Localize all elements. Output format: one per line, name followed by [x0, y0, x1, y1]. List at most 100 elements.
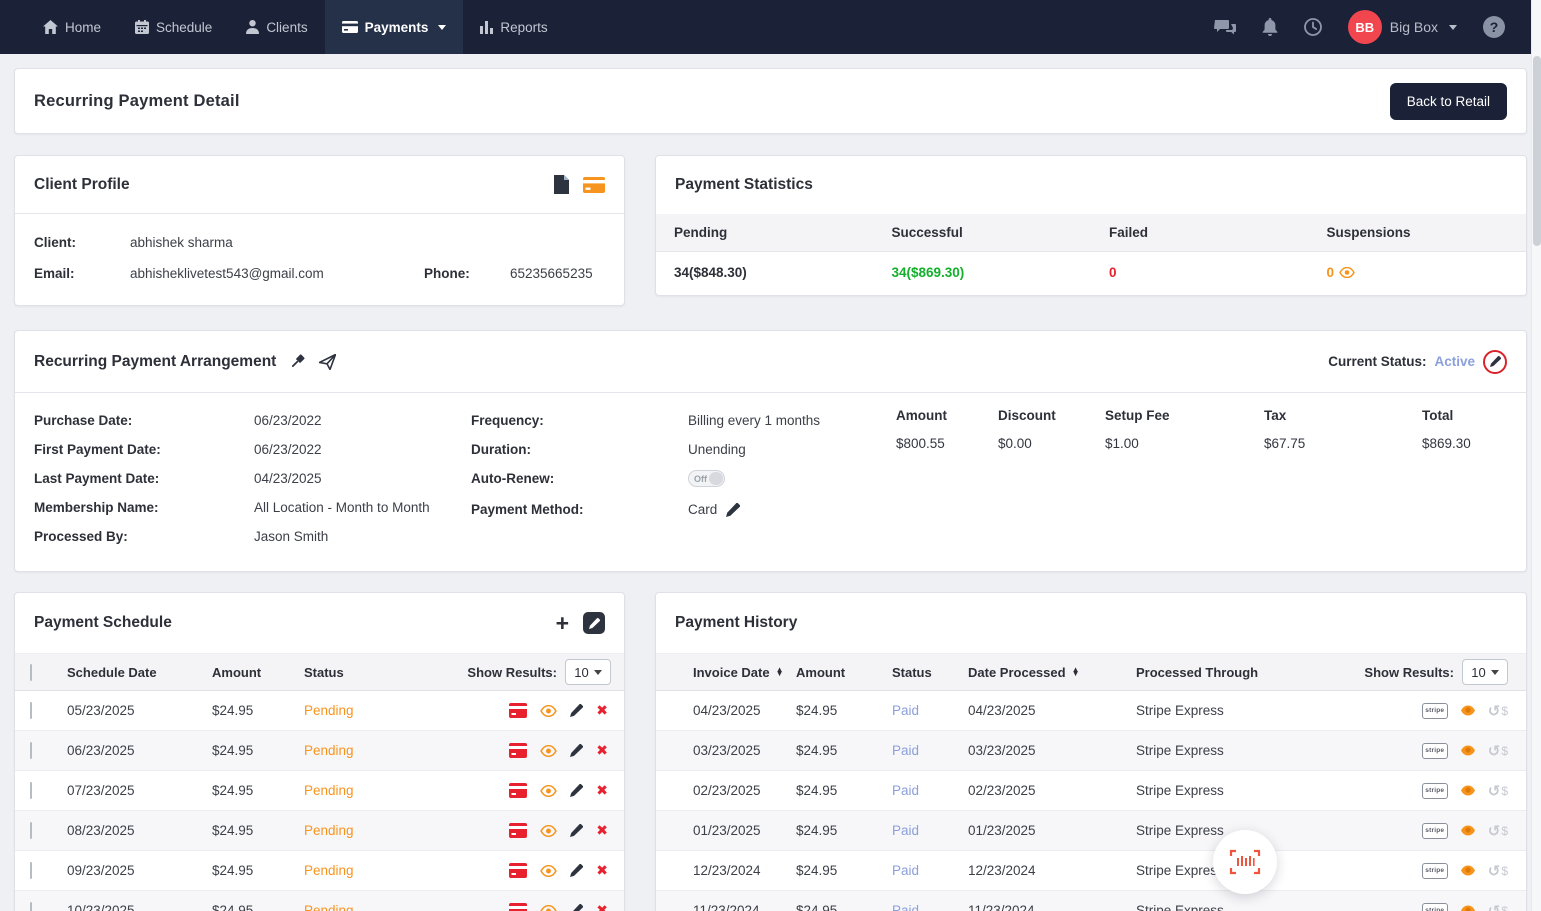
stripe-badge-icon[interactable]: stripe [1422, 703, 1448, 719]
edit-row-icon[interactable] [570, 864, 583, 877]
scrollbar-thumb[interactable] [1533, 56, 1541, 246]
row-checkbox[interactable] [30, 862, 32, 879]
nav-item-reports[interactable]: Reports [463, 0, 564, 54]
frequency-value: Billing every 1 months [688, 413, 820, 428]
eye-icon[interactable] [1460, 785, 1476, 796]
eye-icon[interactable] [1460, 745, 1476, 756]
account-menu[interactable]: BB Big Box [1348, 10, 1457, 44]
nav-item-clients[interactable]: Clients [229, 0, 324, 54]
row-checkbox[interactable] [30, 742, 32, 759]
edit-schedule-icon[interactable] [583, 612, 605, 634]
edit-row-icon[interactable] [570, 824, 583, 837]
charge-card-icon[interactable] [509, 903, 527, 911]
processed-through: Stripe Express [1136, 903, 1422, 911]
eye-icon[interactable] [1460, 825, 1476, 836]
eye-icon[interactable] [540, 905, 557, 911]
refund-icon[interactable]: ↺$ [1488, 902, 1508, 911]
account-name: Big Box [1390, 19, 1438, 35]
delete-row-icon[interactable]: ✖ [596, 862, 608, 879]
chat-icon[interactable] [1214, 19, 1236, 36]
clock-icon[interactable] [1304, 18, 1322, 36]
auto-renew-toggle[interactable]: Off [688, 470, 725, 487]
stripe-badge-icon[interactable]: stripe [1422, 823, 1448, 839]
eye-icon[interactable] [540, 705, 557, 717]
schedule-col-amount[interactable]: Amount [212, 665, 304, 680]
refund-icon[interactable]: ↺$ [1488, 822, 1508, 840]
delete-row-icon[interactable]: ✖ [596, 822, 608, 839]
refund-icon[interactable]: ↺$ [1488, 862, 1508, 880]
row-checkbox[interactable] [30, 822, 32, 839]
sort-date-processed-icon[interactable]: ▲▼ [1072, 668, 1080, 677]
eye-icon[interactable] [1460, 865, 1476, 876]
back-to-retail-button[interactable]: Back to Retail [1390, 83, 1507, 120]
field-value: All Location - Month to Month [254, 500, 430, 515]
bell-icon[interactable] [1262, 18, 1278, 36]
schedule-col-status[interactable]: Status [304, 665, 467, 680]
eye-icon[interactable] [540, 825, 557, 837]
history-col-amount[interactable]: Amount [796, 665, 892, 680]
eye-icon[interactable] [1339, 267, 1355, 278]
delete-row-icon[interactable]: ✖ [596, 902, 608, 911]
refund-icon[interactable]: ↺$ [1488, 742, 1508, 760]
nav-item-home[interactable]: Home [26, 0, 118, 54]
nav-item-payments[interactable]: Payments [325, 0, 464, 54]
help-icon[interactable]: ? [1483, 16, 1505, 38]
stripe-badge-icon[interactable]: stripe [1422, 743, 1448, 759]
document-icon[interactable] [554, 175, 569, 194]
amount-value: $800.55 [896, 436, 998, 451]
toggle-off-label: Off [689, 474, 707, 484]
select-all-checkbox[interactable] [30, 664, 32, 681]
eye-icon[interactable] [540, 865, 557, 877]
eye-icon[interactable] [540, 745, 557, 757]
schedule-status: Pending [304, 743, 509, 758]
nav-item-schedule[interactable]: Schedule [118, 0, 229, 54]
history-col-processed-through[interactable]: Processed Through [1136, 665, 1364, 680]
stats-successful-value: 34($869.30) [874, 252, 1092, 295]
gavel-icon[interactable] [289, 353, 306, 370]
edit-row-icon[interactable] [570, 904, 583, 911]
vertical-scrollbar[interactable] [1531, 0, 1541, 911]
processed-through: Stripe Express [1136, 783, 1422, 798]
stripe-badge-icon[interactable]: stripe [1422, 783, 1448, 799]
charge-card-icon[interactable] [509, 823, 527, 838]
send-icon[interactable] [319, 354, 336, 370]
delete-row-icon[interactable]: ✖ [596, 702, 608, 719]
refund-icon[interactable]: ↺$ [1488, 702, 1508, 720]
setup-fee-header: Setup Fee [1105, 408, 1264, 423]
history-col-date-processed[interactable]: Date Processed [968, 665, 1066, 680]
edit-payment-method-icon[interactable] [726, 503, 740, 517]
charge-card-icon[interactable] [509, 743, 527, 758]
eye-icon[interactable] [1460, 905, 1476, 911]
row-checkbox[interactable] [30, 702, 32, 719]
show-results-select[interactable]: 10 [565, 659, 611, 685]
edit-row-icon[interactable] [570, 704, 583, 717]
charge-card-icon[interactable] [509, 863, 527, 878]
show-results-select[interactable]: 10 [1462, 659, 1508, 685]
card-payment-icon[interactable] [583, 177, 605, 193]
delete-row-icon[interactable]: ✖ [596, 782, 608, 799]
charge-card-icon[interactable] [509, 783, 527, 798]
edit-row-icon[interactable] [570, 744, 583, 757]
schedule-row: 09/23/2025 $24.95 Pending ✖ [15, 851, 624, 891]
stripe-badge-icon[interactable]: stripe [1422, 903, 1448, 911]
edit-status-icon[interactable] [1483, 350, 1507, 374]
barcode-scan-fab[interactable] [1213, 830, 1277, 894]
delete-row-icon[interactable]: ✖ [596, 742, 608, 759]
refund-icon[interactable]: ↺$ [1488, 782, 1508, 800]
row-checkbox[interactable] [30, 902, 32, 911]
schedule-date: 07/23/2025 [67, 783, 212, 798]
schedule-status: Pending [304, 863, 509, 878]
add-schedule-icon[interactable]: + [556, 613, 569, 633]
payment-statistics-card: Payment Statistics Pending Successful Fa… [655, 155, 1527, 296]
stats-pending-value: 34($848.30) [656, 252, 874, 295]
history-col-status[interactable]: Status [892, 665, 968, 680]
sort-invoice-date-icon[interactable]: ▲▼ [776, 668, 784, 677]
charge-card-icon[interactable] [509, 703, 527, 718]
eye-icon[interactable] [1460, 705, 1476, 716]
history-col-invoice-date[interactable]: Invoice Date [693, 665, 770, 680]
eye-icon[interactable] [540, 785, 557, 797]
stripe-badge-icon[interactable]: stripe [1422, 863, 1448, 879]
row-checkbox[interactable] [30, 782, 32, 799]
schedule-col-date[interactable]: Schedule Date [67, 665, 212, 680]
edit-row-icon[interactable] [570, 784, 583, 797]
